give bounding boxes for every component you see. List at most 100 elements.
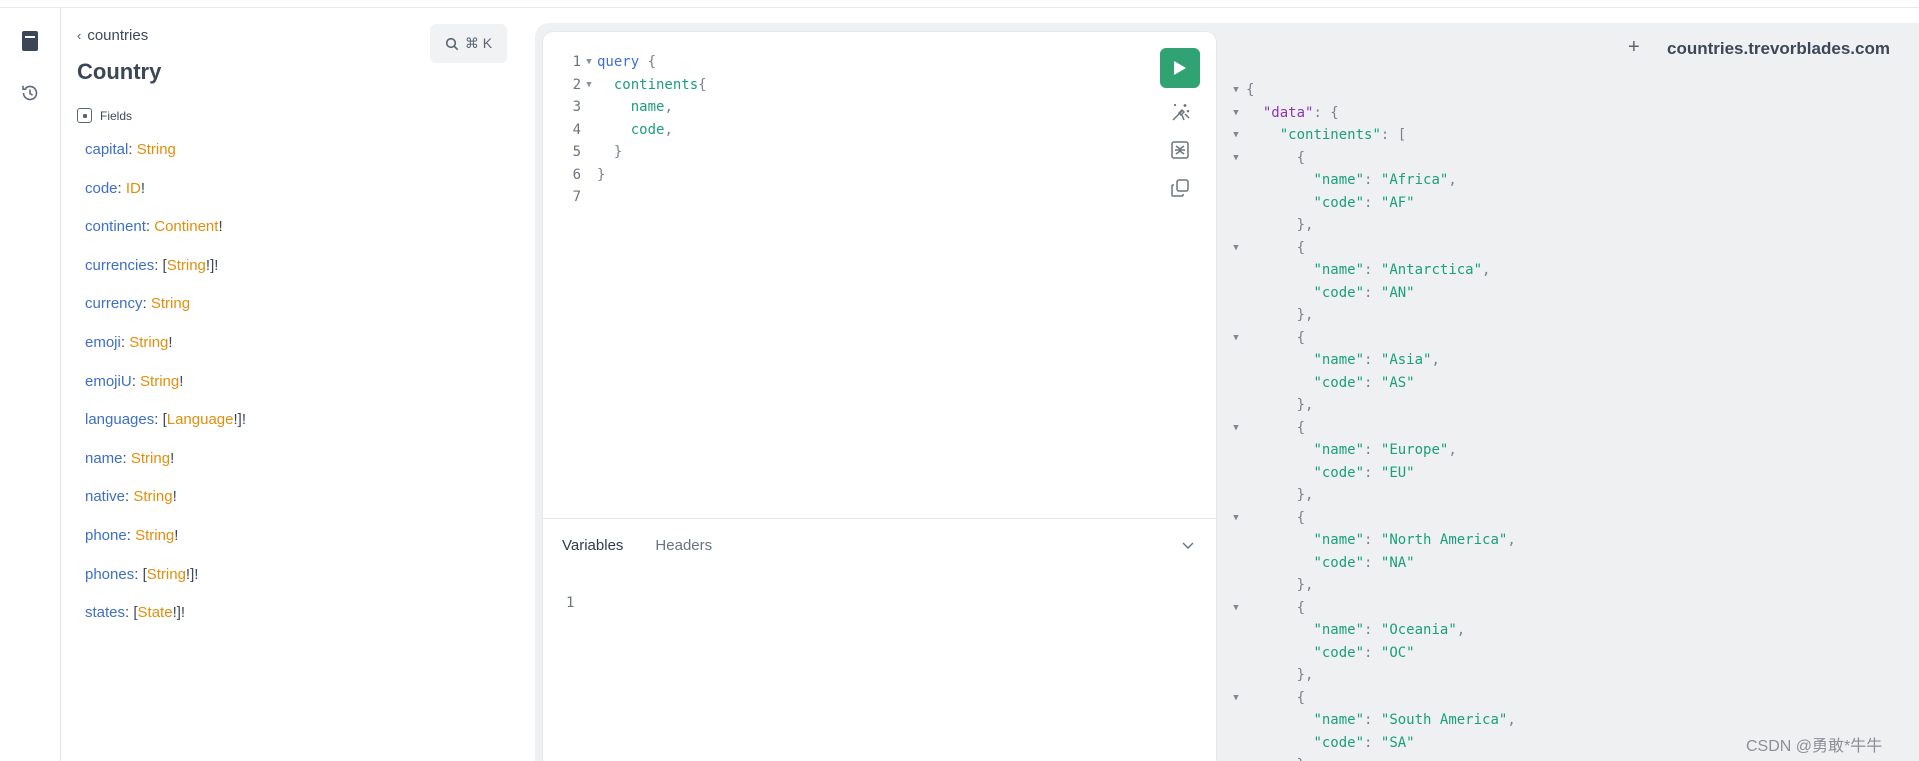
fold-toggle-icon[interactable]: ▼ (1226, 147, 1246, 170)
field-name[interactable]: name (85, 450, 123, 467)
code-line: 1 ▼ query { (543, 51, 707, 74)
json-token: : (1364, 532, 1381, 548)
field-item[interactable]: continent: Continent! (85, 217, 246, 256)
merge-fragments-button[interactable] (1164, 134, 1196, 166)
field-item[interactable]: emoji: String! (85, 333, 246, 372)
field-item[interactable]: emojiU: String! (85, 372, 246, 411)
json-token: : (1364, 554, 1381, 571)
field-name[interactable]: phones (85, 566, 134, 583)
chevron-down-icon (1182, 542, 1194, 550)
result-line: ▼ { (1226, 327, 1516, 350)
field-type[interactable]: String (147, 566, 186, 583)
fold-toggle-icon[interactable]: ▼ (1226, 597, 1246, 620)
fold-toggle-icon[interactable]: ▼ (1226, 687, 1246, 710)
json-token: "name" (1313, 172, 1365, 188)
field-item[interactable]: native: String! (85, 487, 246, 526)
field-type[interactable]: String (133, 488, 172, 505)
tab-variables[interactable]: Variables (562, 537, 623, 554)
back-link[interactable]: ‹ countries (77, 27, 148, 44)
field-item[interactable]: phones: [String!]! (85, 565, 246, 604)
json-token: " (1305, 104, 1314, 121)
field-name[interactable]: currency (85, 295, 143, 312)
field-item[interactable]: currency: String (85, 294, 246, 333)
field-name[interactable]: phone (85, 527, 127, 544)
field-type[interactable]: Language (167, 411, 234, 428)
query-code[interactable]: 1 ▼ query {2 ▼ continents{3 name, 4 code, 5 }… (543, 51, 707, 209)
result-line: }, (1226, 574, 1516, 597)
field-name[interactable]: states (85, 604, 125, 621)
field-name[interactable]: emojiU (85, 373, 132, 390)
field-item[interactable]: states: [State!]! (85, 603, 246, 642)
json-token: , (1456, 622, 1466, 638)
field-colon: : (154, 256, 163, 274)
field-name[interactable]: currencies (85, 257, 154, 274)
docs-book-icon[interactable] (17, 28, 43, 54)
endpoint-title: countries.trevorblades.com (1667, 39, 1890, 58)
field-item[interactable]: capital: String (85, 140, 246, 179)
field-item[interactable]: phone: String! (85, 526, 246, 565)
query-editor[interactable]: 1 ▼ query {2 ▼ continents{3 name, 4 code, 5 }… (543, 32, 1216, 761)
field-type[interactable]: String (137, 141, 176, 158)
field-type[interactable]: ID (126, 180, 141, 197)
history-icon[interactable] (17, 80, 43, 106)
variables-editor[interactable]: 1 (566, 595, 574, 611)
code-line: 7 (543, 186, 707, 209)
prettify-icon (1172, 104, 1190, 121)
run-button[interactable] (1160, 48, 1200, 88)
json-token: " (1380, 644, 1390, 661)
fold-toggle-icon[interactable]: ▼ (1226, 507, 1246, 530)
field-name[interactable]: capital (85, 141, 128, 158)
tab-headers[interactable]: Headers (655, 537, 712, 554)
field-type[interactable]: String (140, 373, 179, 390)
field-name[interactable]: continent (85, 218, 146, 235)
fold-toggle-icon[interactable]: ▼ (1226, 79, 1246, 102)
result-line: ▼{ (1226, 79, 1516, 102)
result-line: ▼ { (1226, 597, 1516, 620)
fold-toggle-icon[interactable]: ▼ (581, 74, 597, 97)
field-item[interactable]: name: String! (85, 449, 246, 488)
json-string: Antarctica (1389, 262, 1474, 278)
field-item[interactable]: languages: [Language!]! (85, 410, 246, 449)
field-item[interactable]: currencies: [String!]! (85, 256, 246, 295)
collapse-panel-button[interactable] (1176, 534, 1200, 558)
result-line: "name": " North America ", (1226, 529, 1515, 552)
field-list: capital: String code: ID! continent: Conti… (85, 140, 246, 642)
copy-button[interactable] (1164, 172, 1196, 204)
result-line: }, (1226, 394, 1516, 417)
json-token: { (1296, 149, 1306, 166)
field-name[interactable]: native (85, 488, 125, 505)
field-type[interactable]: String (167, 257, 206, 274)
add-tab-button[interactable]: + (1628, 36, 1640, 59)
fold-toggle-icon[interactable]: ▼ (1226, 124, 1246, 147)
json-token: , (1431, 352, 1440, 368)
fold-toggle-icon[interactable]: ▼ (1226, 102, 1246, 125)
json-token: " (1448, 622, 1457, 638)
field-item[interactable]: code: ID! (85, 179, 246, 218)
fold-toggle-icon[interactable]: ▼ (1226, 237, 1246, 260)
json-token: " (1380, 464, 1390, 481)
fold-toggle-icon[interactable]: ▼ (1226, 327, 1246, 350)
json-token: " (1380, 262, 1390, 278)
json-token: " (1406, 554, 1415, 571)
docs-search-button[interactable]: ⌘ K (430, 24, 507, 63)
field-name[interactable]: emoji (85, 334, 121, 351)
prettify-button[interactable] (1164, 96, 1196, 128)
field-type[interactable]: State (138, 604, 173, 621)
result-line: }, (1226, 214, 1516, 237)
field-type[interactable]: String (135, 527, 174, 544)
fold-toggle-icon[interactable]: ▼ (581, 51, 597, 74)
fold-toggle-icon[interactable]: ▼ (1226, 417, 1246, 440)
json-token: : (1364, 464, 1381, 481)
field-type[interactable]: Continent (154, 218, 218, 235)
field-type[interactable]: String (129, 334, 168, 351)
field-name[interactable]: code (85, 180, 118, 197)
field-type[interactable]: String (131, 450, 170, 467)
field-name[interactable]: languages (85, 411, 154, 428)
field-type[interactable]: String (151, 295, 190, 312)
